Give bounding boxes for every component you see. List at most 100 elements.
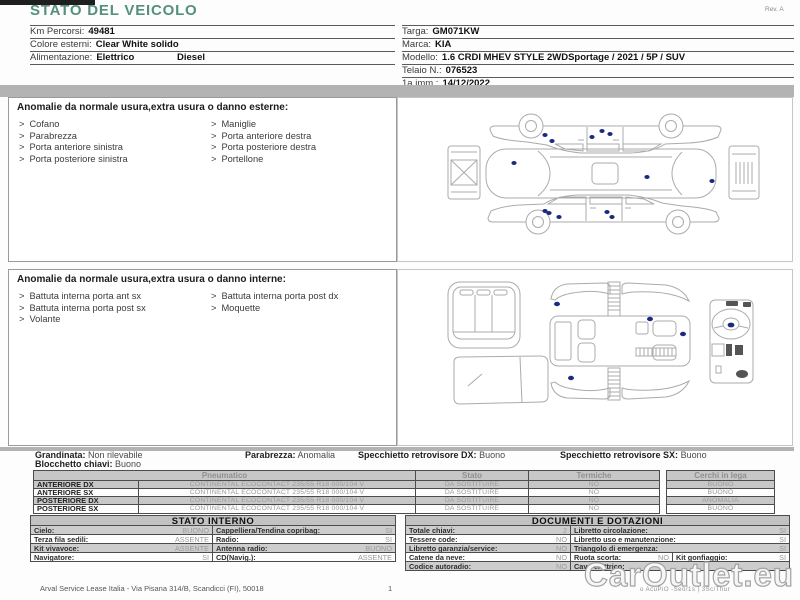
- list-marker: >: [19, 302, 25, 313]
- table-row: Colore esterni: Clear White solido: [30, 39, 395, 52]
- tire-description: CONTINENTAL ECOCONTACT 235/55 R18 000/10…: [139, 497, 416, 505]
- list-item-label: Parabrezza: [29, 130, 77, 141]
- field-label: Blocchetto chiavi:: [35, 459, 113, 469]
- summary-specchietto-sx: Specchietto retrovisore SX: Buono: [560, 451, 707, 460]
- list-item: > Parabrezza: [19, 131, 128, 143]
- exterior-car-diagram: [447, 113, 760, 235]
- tire-winter: NO: [529, 489, 659, 497]
- anomaly-list-right: > Battuta interna porta post dx > Moquette: [211, 291, 338, 314]
- field-label: Catene da neve:: [409, 553, 465, 561]
- field-label: Totale chiavi:: [409, 526, 456, 534]
- column-header: Stato: [416, 471, 529, 481]
- front-view: [447, 145, 481, 200]
- list-item-label: Maniglie: [221, 119, 257, 129]
- table-row: Modello: 1.6 CRDI MHEV STYLE 2WDSportage …: [402, 52, 794, 65]
- column-header: Cerchi in lega: [667, 471, 774, 481]
- field-label: Cielo:: [34, 526, 55, 534]
- wheel-state: BUONO: [667, 481, 774, 489]
- field-value: Elettrico: [96, 52, 135, 63]
- table-row: Kit vivavoce: ASSENTE Antenna radio: BUONO: [30, 544, 396, 553]
- field-label: Alimentazione:: [30, 52, 93, 63]
- tire-state: DA SOSTITUIRE: [416, 489, 529, 497]
- dashboard-view: [709, 299, 754, 384]
- summary-blocchetto-chiavi: Blocchetto chiavi: Buono: [35, 460, 141, 469]
- table-row: Totale chiavi: 2 Libretto circolazione: SI: [405, 526, 790, 535]
- list-item-label: Porta anteriore destra: [221, 130, 312, 141]
- field-value: Buono: [479, 450, 506, 460]
- list-marker: >: [211, 291, 217, 301]
- watermark-subtext: o AcuPiO -Seo/1s | 3Sc/Thur: [640, 587, 731, 593]
- table-title: DOCUMENTI E DOTAZIONI: [405, 515, 790, 527]
- anomaly-list-left: > Cofano > Parabrezza > Porta anteriore sin…: [19, 119, 128, 165]
- list-item-label: Cofano: [29, 119, 60, 129]
- windshield-view: [453, 355, 549, 405]
- field-value: NO: [556, 553, 567, 561]
- list-item: > Porta posteriore sinistra: [19, 154, 128, 166]
- field-label: Colore esterni:: [30, 39, 92, 50]
- list-item-label: Portellone: [221, 153, 264, 164]
- field-value: KIA: [435, 39, 452, 50]
- interior-car-diagram: [447, 281, 754, 405]
- table-row: Navigatore: SI CD(Navig.): ASSENTE: [30, 553, 396, 562]
- field-label: Kit vivavoce:: [34, 544, 80, 552]
- list-item: > Moquette: [211, 303, 338, 315]
- table-row: Targa: GM071KW: [402, 26, 794, 39]
- tire-state: DA SOSTITUIRE: [416, 505, 529, 513]
- vehicle-report-page: STATO DEL VEICOLO Rev. A Km Percorsi: 494…: [0, 0, 800, 600]
- field-value: Clear White solido: [95, 39, 179, 50]
- tire-position: ANTERIORE SX: [34, 489, 139, 497]
- field-label: Marca:: [402, 39, 432, 50]
- exterior-anomalies-panel: Anomalie da normale usura,extra usura o …: [8, 97, 397, 262]
- vehicle-info-left-table: Km Percorsi: 49481 Colore esterni: Clear W…: [30, 25, 395, 65]
- field-value: ASSENTE: [174, 535, 209, 543]
- list-marker: >: [211, 130, 217, 141]
- exterior-diagram-panel: [397, 97, 793, 262]
- field-label: Terza fila sedili:: [34, 535, 89, 543]
- field-value: Anomalia: [297, 450, 336, 460]
- tire-description: CONTINENTAL ECOCONTACT 235/55 R18 000/10…: [139, 489, 416, 497]
- anomaly-list-left: > Battuta interna porta ant sx > Battuta i…: [19, 291, 146, 326]
- list-item-label: Battuta interna porta ant sx: [29, 291, 142, 301]
- stato-interno-table: STATO INTERNO Cielo: BUONO Cappelliera/Te…: [30, 515, 396, 562]
- list-item: > Maniglie: [211, 119, 316, 131]
- field-value: BUONO: [365, 544, 392, 552]
- damage-markers-interior: [554, 301, 735, 381]
- table-row: Tessere code: NO Libretto uso e manutenzi…: [405, 535, 790, 544]
- list-item: > Battuta interna porta post sx: [19, 303, 146, 315]
- field-label: Libretto garanzia/service:: [409, 544, 498, 552]
- list-item-label: Porta anteriore sinistra: [29, 142, 123, 152]
- list-item-label: Porta posteriore sinistra: [29, 153, 128, 164]
- field-label: Specchietto retrovisore DX:: [358, 450, 477, 460]
- footer-address: Arval Service Lease Italia - Via Pisana …: [40, 584, 264, 593]
- list-item: > Porta anteriore destra: [211, 131, 316, 143]
- field-value: SI: [779, 535, 786, 543]
- wheel-state: BUONO: [667, 489, 774, 497]
- interior-diagram-panel: [397, 269, 793, 446]
- field-value: 49481: [88, 26, 115, 37]
- list-item: > Portellone: [211, 154, 316, 166]
- field-value: ASSENTE: [174, 544, 209, 552]
- table-row: Cielo: BUONO Cappelliera/Tendina copribag…: [30, 526, 396, 535]
- table-title: STATO INTERNO: [30, 515, 396, 527]
- field-label: Telaio N.:: [402, 65, 442, 76]
- damage-markers-exterior: [511, 129, 715, 219]
- wheel-state: ANOMALIA: [667, 497, 774, 505]
- list-marker: >: [19, 153, 25, 164]
- tire-description: CONTINENTAL ECOCONTACT 235/55 R18 000/10…: [139, 505, 416, 513]
- field-value: 1.6 CRDI MHEV STYLE 2WDSportage / 2021 /…: [441, 52, 686, 63]
- field-label: Targa:: [402, 26, 429, 37]
- list-item-label: Porta posteriore destra: [221, 142, 317, 152]
- tire-position: ANTERIORE DX: [34, 481, 139, 489]
- field-value: SI: [779, 544, 786, 552]
- summary-parabrezza: Parabrezza: Anomalia: [245, 451, 335, 460]
- column-header: Pneumatico: [34, 471, 416, 481]
- tire-state: DA SOSTITUIRE: [416, 497, 529, 505]
- list-item: > Battuta interna porta ant sx: [19, 291, 146, 303]
- field-label: Antenna radio:: [216, 544, 268, 552]
- vehicle-info-right-table: Targa: GM071KW Marca: KIA Modello: 1.6 CRDI…: [402, 25, 794, 91]
- field-value: NO: [556, 562, 567, 570]
- list-item: > Porta posteriore destra: [211, 142, 316, 154]
- anomaly-list-right: > Maniglie > Porta anteriore destra > Porta…: [211, 119, 316, 165]
- table-row: Km Percorsi: 49481: [30, 26, 395, 39]
- cabin-plan-view: [549, 281, 691, 401]
